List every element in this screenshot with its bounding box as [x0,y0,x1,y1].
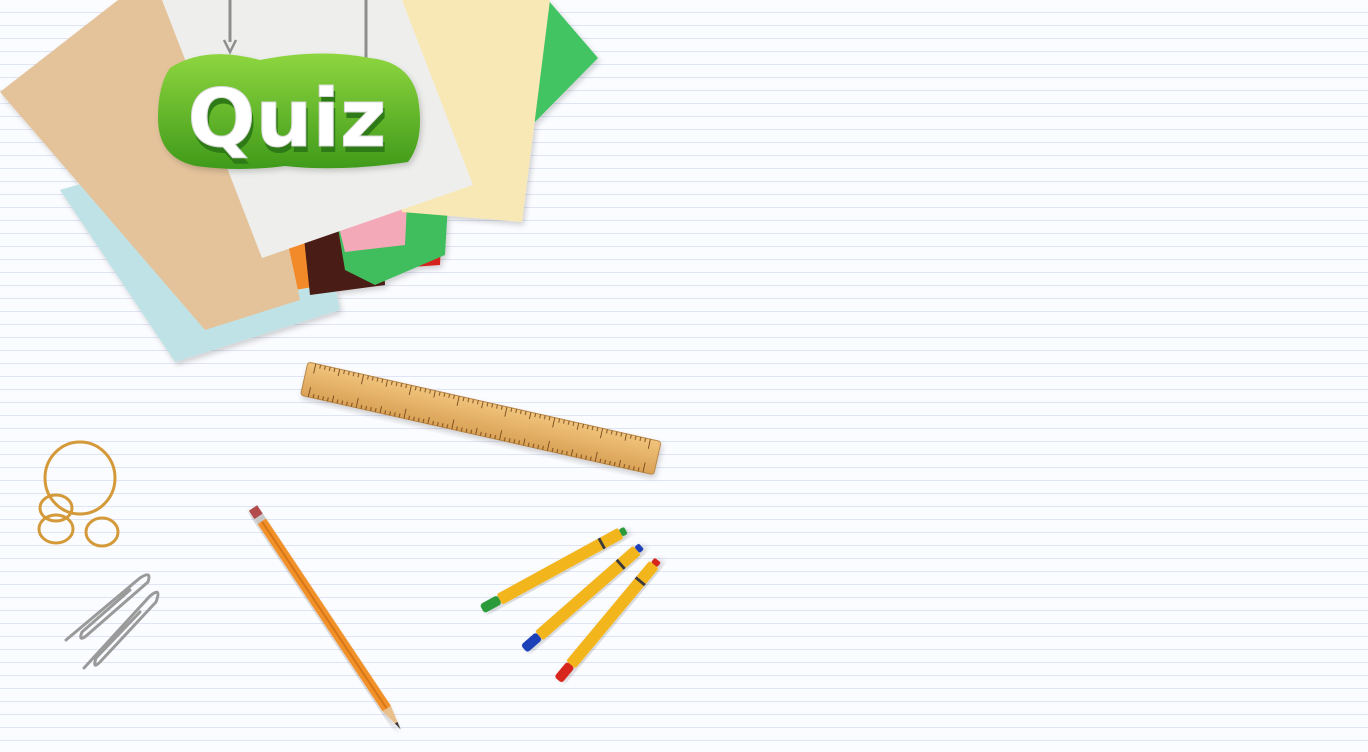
paper-clips [64,573,160,670]
quiz-sign: Quiz Quiz [158,53,421,171]
pencil [248,505,401,730]
quiz-title: Quiz [188,72,387,165]
rubber-bands [37,440,120,548]
quiz-background: Quiz Quiz [0,0,1368,752]
ruler [300,362,662,475]
desk-scene: Quiz Quiz [0,0,662,730]
paper-stack [0,0,598,362]
